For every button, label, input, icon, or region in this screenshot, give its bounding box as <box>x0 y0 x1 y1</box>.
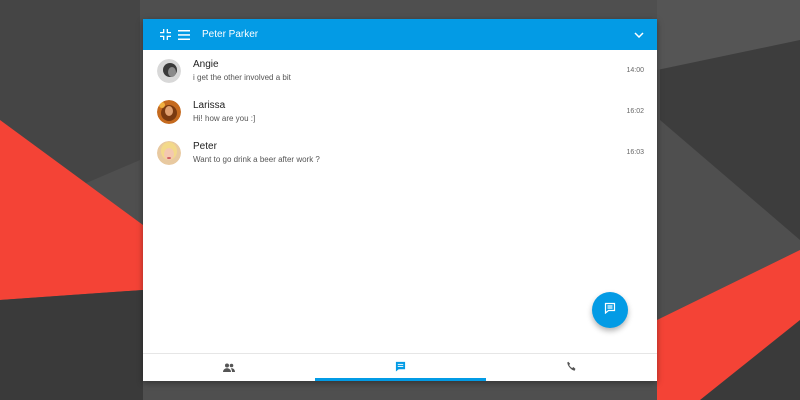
phone-icon <box>566 359 577 377</box>
avatar <box>157 140 181 165</box>
message-time: 14:00 <box>626 67 644 74</box>
app-window: Peter Parker Angie i get the other invol… <box>143 19 657 381</box>
bottom-navigation <box>143 353 657 381</box>
conversation-item-larissa[interactable]: Larissa Hi! how are you :] 16:02 <box>143 91 657 132</box>
contact-name: Larissa <box>193 99 226 111</box>
chevron-down-icon[interactable] <box>631 27 647 43</box>
last-message: Want to go drink a beer after work ? <box>193 154 320 164</box>
tab-messages[interactable] <box>314 354 486 381</box>
contact-name: Angie <box>193 58 219 70</box>
new-message-button[interactable] <box>592 292 628 328</box>
collapse-icon[interactable] <box>157 27 173 43</box>
avatar <box>157 58 181 83</box>
last-message: Hi! how are you :] <box>193 113 256 123</box>
header-title: Peter Parker <box>202 29 259 40</box>
tab-contacts[interactable] <box>143 354 315 381</box>
new-message-icon <box>604 301 616 319</box>
menu-icon[interactable] <box>176 27 192 43</box>
message-time: 16:02 <box>626 108 644 115</box>
message-time: 16:03 <box>626 149 644 156</box>
app-bar: Peter Parker <box>143 19 657 50</box>
contact-name: Peter <box>193 140 217 152</box>
chat-icon <box>395 359 406 377</box>
last-message: i get the other involved a bit <box>193 72 291 82</box>
avatar <box>157 99 181 124</box>
tab-calls[interactable] <box>486 354 658 381</box>
people-icon <box>222 359 235 377</box>
conversation-item-angie[interactable]: Angie i get the other involved a bit 14:… <box>143 50 657 91</box>
conversation-item-peter[interactable]: Peter Want to go drink a beer after work… <box>143 132 657 173</box>
conversation-list: Angie i get the other involved a bit 14:… <box>143 50 657 173</box>
